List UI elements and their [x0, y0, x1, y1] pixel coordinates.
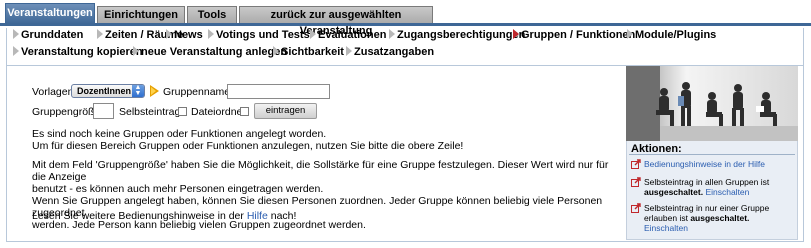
vorlagen-label: Vorlagen:	[32, 86, 77, 98]
arrow-icon	[346, 46, 352, 56]
header-photo	[626, 66, 798, 141]
nav-label: Zusatzangaben	[354, 46, 435, 58]
arrow-icon	[310, 29, 316, 39]
action-enable-all-selfenroll: Selbsteintrag in allen Gruppen ist ausge…	[631, 177, 791, 197]
arrow-icon	[133, 46, 139, 56]
select-spinner-icon: ▲ ▼	[132, 84, 144, 97]
nav-votings-tests[interactable]: Votings und Tests	[208, 29, 310, 41]
nav-neue-veranstaltung[interactable]: neue Veranstaltung anlegen	[133, 46, 287, 58]
dateiordner-label: Dateiordner	[191, 106, 246, 118]
arrow-icon	[97, 29, 103, 39]
help-hint-prefix: Lesen Sie weitere Bedienungshinweise in …	[32, 210, 244, 222]
tab-label: Veranstaltungen	[7, 7, 93, 19]
nav-news[interactable]: News	[166, 29, 203, 41]
nav-label: Module/Plugins	[635, 29, 717, 41]
nav-module-plugins[interactable]: Module/Plugins	[627, 29, 716, 41]
arrow-active-icon	[513, 29, 519, 39]
apply-template-icon-highlight	[151, 87, 156, 95]
nav-zugangsberechtigungen[interactable]: Zugangsberechtigungen	[389, 29, 525, 41]
nav-label: neue Veranstaltung anlegen	[141, 46, 288, 58]
message-line: Mit dem Feld 'Gruppengröße' haben Sie di…	[32, 159, 609, 183]
actions-divider	[629, 154, 795, 155]
nav-grunddaten[interactable]: Grunddaten	[13, 29, 83, 41]
help-hints-link[interactable]: Bedienungshinweise in der Hilfe	[644, 159, 765, 169]
vorlagen-selected-value: DozentInnen	[77, 86, 131, 96]
arrow-icon	[13, 46, 19, 56]
help-hint: Lesen Sie weitere Bedienungshinweise in …	[32, 210, 622, 222]
nav-evaluationen[interactable]: Evaluationen	[310, 29, 386, 41]
tab-underline	[0, 23, 811, 26]
vorlagen-select[interactable]: DozentInnen ▲ ▼	[71, 84, 145, 98]
arrow-icon	[389, 29, 395, 39]
nav-sichtbarkeit[interactable]: Sichtbarkeit	[273, 46, 344, 58]
tab-tools[interactable]: Tools	[187, 6, 237, 24]
arrow-icon	[273, 46, 279, 56]
arrow-icon	[627, 29, 633, 39]
help-hint-suffix: nach!	[270, 210, 297, 222]
arrow-icon	[13, 29, 19, 39]
enable-single-link[interactable]: Einschalten	[644, 223, 688, 233]
external-link-icon	[631, 203, 641, 213]
no-groups-message: Es sind noch keine Gruppen oder Funktion…	[32, 128, 622, 152]
gruppengroesse-input[interactable]	[93, 103, 114, 119]
nav-label: Grunddaten	[21, 29, 84, 41]
enable-all-link[interactable]: Einschalten	[705, 187, 749, 197]
nav-label: Zugangsberechtigungen	[397, 29, 526, 41]
action-text: Selbsteintrag in allen Gruppen ist	[644, 177, 770, 187]
nav-gruppen-funktionen[interactable]: Gruppen / Funktionen	[513, 29, 635, 41]
external-link-icon	[631, 177, 641, 187]
nav-label: News	[174, 29, 203, 41]
message-line: Um für diesen Bereich Gruppen oder Funkt…	[32, 140, 464, 152]
dateiordner-checkbox[interactable]	[240, 107, 249, 116]
eintragen-button[interactable]: eintragen	[254, 103, 317, 119]
selbsteintrag-checkbox[interactable]	[178, 107, 187, 116]
main-tab-bar: Veranstaltungen Einrichtungen Tools zurü…	[0, 0, 811, 37]
action-help[interactable]: Bedienungshinweise in der Hilfe	[631, 159, 791, 169]
gruppenname-label: Gruppenname:	[163, 86, 234, 98]
nav-label: Evaluationen	[318, 29, 387, 41]
tab-label: Tools	[197, 9, 227, 21]
nav-label: Veranstaltung kopieren	[21, 46, 143, 58]
arrow-icon	[208, 29, 214, 39]
action-status: ausgeschaltet.	[690, 213, 750, 223]
arrow-icon	[166, 29, 172, 39]
message-line: Es sind noch keine Gruppen oder Funktion…	[32, 128, 327, 140]
people-photo-image	[626, 66, 798, 141]
external-link-icon	[631, 159, 641, 169]
selbsteintrag-label: Selbsteintrag	[119, 106, 181, 118]
nav-label: Sichtbarkeit	[281, 46, 344, 58]
tab-label: Einrichtungen	[104, 9, 178, 21]
nav-veranstaltung-kopieren[interactable]: Veranstaltung kopieren	[13, 46, 143, 58]
gruppenname-input[interactable]	[227, 84, 330, 99]
nav-zusatzangaben[interactable]: Zusatzangaben	[346, 46, 434, 58]
tab-einrichtungen[interactable]: Einrichtungen	[97, 6, 185, 24]
action-enable-single-selfenroll: Selbsteintrag in nur einer Gruppe erlaub…	[631, 203, 791, 233]
action-status: ausgeschaltet.	[644, 187, 704, 197]
nav-label: Gruppen / Funktionen	[521, 29, 636, 41]
help-link[interactable]: Hilfe	[247, 210, 268, 222]
tab-veranstaltungen[interactable]: Veranstaltungen	[5, 3, 95, 24]
message-line: benutzt - es können auch mehr Personen e…	[32, 183, 324, 195]
nav-label: Votings und Tests	[216, 29, 310, 41]
tab-back-to-event[interactable]: zurück zur ausgewählten Veranstaltung	[239, 6, 433, 37]
